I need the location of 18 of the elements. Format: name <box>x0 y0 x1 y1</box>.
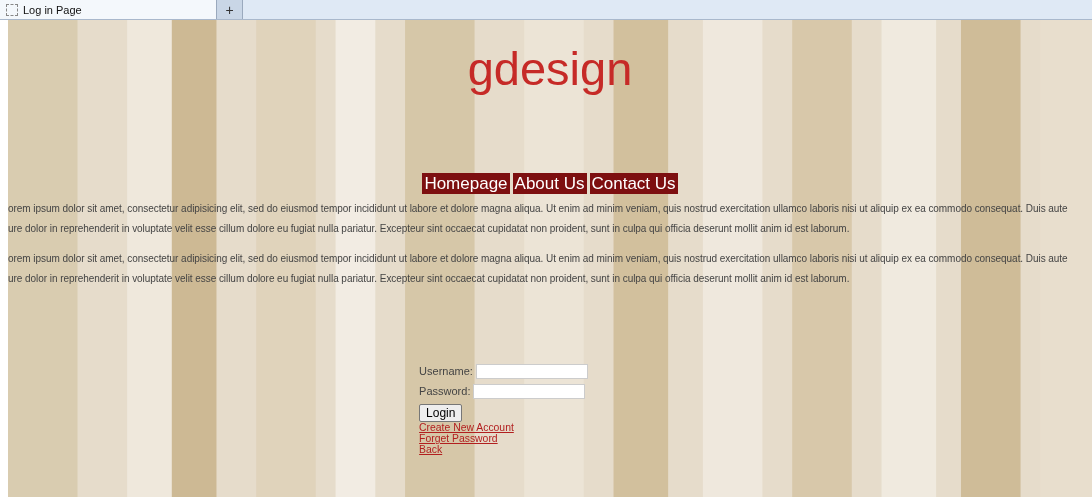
nav-link[interactable]: About Us <box>512 173 587 194</box>
browser-tab[interactable]: Log in Page <box>0 0 217 19</box>
field-label: Password: <box>419 385 471 397</box>
new-tab-button[interactable]: + <box>217 0 243 19</box>
link[interactable]: Create New Account <box>419 422 514 433</box>
site-logo: gdesign <box>467 41 633 97</box>
paragraph-line: orem ipsum dolor sit amet, consectetur adipisicing elit, sed do eiusmod tempor incididunt ut labore et dolore magna aliqua. Ut enim ad minim veniam, quis nostrud exercitation ullamco laboris nisi ut aliquip ex ea commodo consequat. Duis aute <box>8 202 1069 216</box>
field-label: Username: <box>419 365 473 377</box>
login-button[interactable]: Login <box>419 404 463 422</box>
page-icon <box>6 3 18 16</box>
paragraph-line: ure dolor in reprehenderit in voluptate velit esse cillum dolore eu fugiat nulla pariatur. Excepteur sint occaecat cupidatat non proident, sunt in culpa qui officia deserunt mollit anim id est laborum. <box>8 272 851 286</box>
nav-link[interactable]: Contact Us <box>589 173 678 194</box>
link[interactable]: Back <box>419 444 443 455</box>
link[interactable]: Forget Password <box>419 433 498 444</box>
paragraph-line: orem ipsum dolor sit amet, consectetur adipisicing elit, sed do eiusmod tempor incididunt ut labore et dolore magna aliqua. Ut enim ad minim veniam, quis nostrud exercitation ullamco laboris nisi ut aliquip ex ea commodo consequat. Duis aute <box>8 252 1069 266</box>
nav-link[interactable]: Homepage <box>422 173 510 194</box>
paragraph-line: ure dolor in reprehenderit in voluptate velit esse cillum dolore eu fugiat nulla pariatur. Excepteur sint occaecat cupidatat non proident, sunt in culpa qui officia deserunt mollit anim id est laborum. <box>8 222 851 236</box>
tab-title: Log in Page <box>23 3 82 16</box>
